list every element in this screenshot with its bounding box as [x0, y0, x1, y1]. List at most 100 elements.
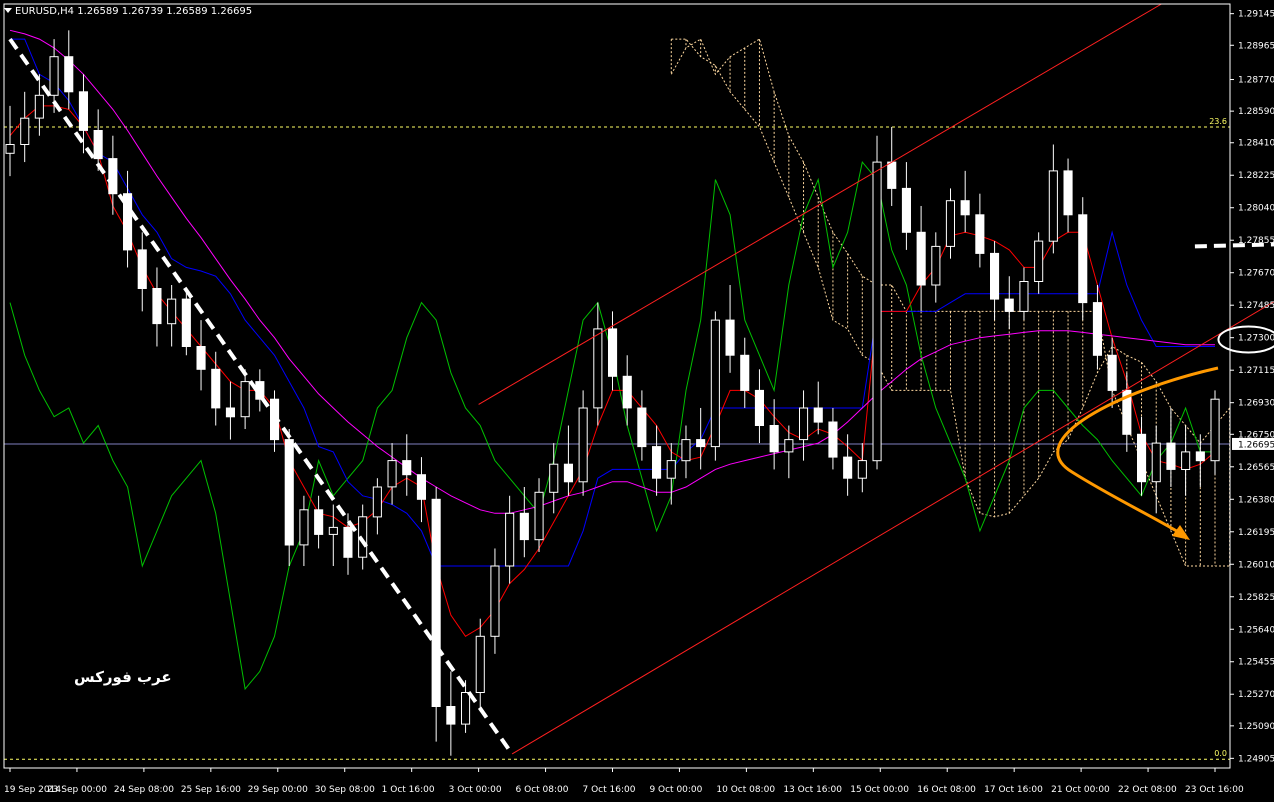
candle-bear — [725, 319, 735, 356]
candle-bull — [1181, 451, 1191, 470]
candle-bear — [916, 231, 926, 286]
candle-bear — [78, 91, 89, 131]
fib-level-label: 0.0 — [1214, 749, 1227, 758]
y-tick-label: 1.25090 — [1238, 722, 1274, 732]
candle-bear — [1004, 298, 1014, 312]
candle-bear — [225, 407, 235, 418]
x-tick-label: 15 Oct 00:00 — [850, 785, 909, 795]
candle-bull — [549, 463, 559, 493]
candle-bear — [211, 368, 221, 409]
y-tick-label: 1.28410 — [1238, 139, 1274, 149]
candle-bull — [1210, 398, 1220, 462]
candle-bull — [461, 692, 471, 725]
watermark: عرب فوركس — [74, 668, 172, 686]
candle-bear — [1137, 433, 1147, 483]
y-tick-label: 1.27485 — [1238, 301, 1274, 311]
y-tick-label: 1.27115 — [1238, 366, 1274, 376]
x-tick-label: 13 Oct 16:00 — [783, 785, 842, 795]
candle-bear — [446, 706, 456, 725]
ohlc-quotes: 1.26589 1.26739 1.26589 1.26695 — [77, 6, 253, 17]
price-chart[interactable]: 23.6 0.0 1.29145 1.28965 1.28770 1.28590 1.28… — [0, 0, 1274, 798]
candle-bull — [945, 200, 956, 247]
symbol-label: EURUSD,H4 — [15, 6, 75, 17]
x-tick-label: 17 Oct 16:00 — [984, 785, 1043, 795]
candle-bear — [608, 328, 618, 377]
candle-bear — [828, 421, 838, 458]
candle-bear — [622, 375, 632, 409]
x-tick-label: 30 Sep 08:00 — [315, 785, 375, 795]
y-tick-label: 1.28590 — [1238, 107, 1274, 117]
candle-bear — [314, 509, 324, 535]
y-tick-label: 1.25455 — [1238, 658, 1274, 668]
candle-bull — [1151, 442, 1161, 483]
candle-bear — [901, 187, 912, 233]
candle-bull — [857, 460, 867, 479]
y-tick-label: 1.24905 — [1238, 754, 1274, 764]
x-tick-label: 16 Oct 08:00 — [917, 785, 976, 795]
candle-bear — [64, 56, 74, 93]
candle-bull — [578, 407, 588, 483]
candle-bull — [872, 161, 882, 462]
dropdown-triangle-icon[interactable] — [4, 8, 12, 13]
x-tick-label: 22 Oct 08:00 — [1118, 785, 1177, 795]
x-tick-label: 21 Oct 00:00 — [1051, 785, 1110, 795]
y-tick-label: 1.26380 — [1238, 495, 1274, 505]
y-tick-label: 1.25270 — [1238, 690, 1274, 700]
x-tick-label: 29 Sep 00:00 — [248, 785, 308, 795]
candle-bull — [240, 381, 250, 418]
candle-bear — [990, 252, 1000, 300]
y-tick-label: 1.28770 — [1238, 76, 1274, 86]
y-tick-label: 1.25825 — [1238, 593, 1274, 603]
y-tick-label: 1.27670 — [1238, 269, 1274, 279]
x-tick-label: 23 Sep 00:00 — [47, 785, 107, 795]
candle-bear — [402, 460, 412, 476]
candle-bear — [137, 249, 147, 289]
candle-bull — [299, 509, 309, 546]
candle-bull — [20, 117, 30, 145]
fib-level-label: 23.6 — [1209, 117, 1227, 126]
candle-bull — [1034, 240, 1044, 283]
candle-bear — [152, 288, 162, 325]
x-tick-label: 3 Oct 00:00 — [449, 785, 502, 795]
candle-bear — [431, 498, 441, 707]
candle-bear — [1195, 451, 1205, 462]
candle-bear — [563, 463, 574, 483]
candle-bull — [167, 298, 177, 325]
y-tick-label: 1.26195 — [1238, 528, 1274, 538]
candle-bear — [1063, 170, 1073, 216]
candle-bull — [681, 439, 691, 462]
candle-bear — [769, 425, 779, 453]
candle-bull — [1019, 281, 1029, 312]
candle-bear — [652, 446, 662, 479]
x-tick-label: 6 Oct 08:00 — [516, 785, 569, 795]
chart-header: EURUSD,H4 1.26589 1.26739 1.26589 1.2669… — [4, 6, 252, 17]
chart-canvas[interactable]: 23.6 0.0 1.29145 1.28965 1.28770 1.28590 1.28… — [0, 0, 1274, 798]
candle-bull — [372, 486, 382, 518]
candle-bull — [328, 526, 338, 535]
candle-bear — [343, 526, 353, 558]
current-price-label: 1.26695 — [1238, 440, 1274, 450]
candle-bear — [696, 439, 706, 448]
candle-bear — [740, 354, 750, 391]
candle-bear — [975, 214, 985, 254]
y-tick-label: 1.28225 — [1238, 171, 1274, 181]
y-tick-label: 1.26565 — [1238, 463, 1274, 473]
candle-bull — [799, 407, 809, 441]
candle-bear — [887, 161, 897, 189]
y-tick-label: 1.26010 — [1238, 560, 1274, 570]
candle-bull — [931, 245, 941, 286]
candle-bull — [49, 56, 59, 96]
candle-bear — [754, 389, 765, 426]
x-tick-label: 24 Sep 08:00 — [114, 785, 174, 795]
y-tick-label: 1.27855 — [1238, 236, 1274, 246]
candle-bull — [1048, 170, 1058, 242]
candle-bear — [284, 439, 294, 546]
candle-bear — [416, 474, 426, 500]
y-tick-label: 1.25640 — [1238, 625, 1274, 635]
candle-bear — [1107, 354, 1117, 391]
x-tick-label: 1 Oct 16:00 — [382, 785, 435, 795]
candle-bear — [196, 346, 206, 370]
candle-bear — [181, 298, 191, 348]
candle-bull — [534, 491, 544, 541]
x-tick-label: 10 Oct 08:00 — [716, 785, 775, 795]
